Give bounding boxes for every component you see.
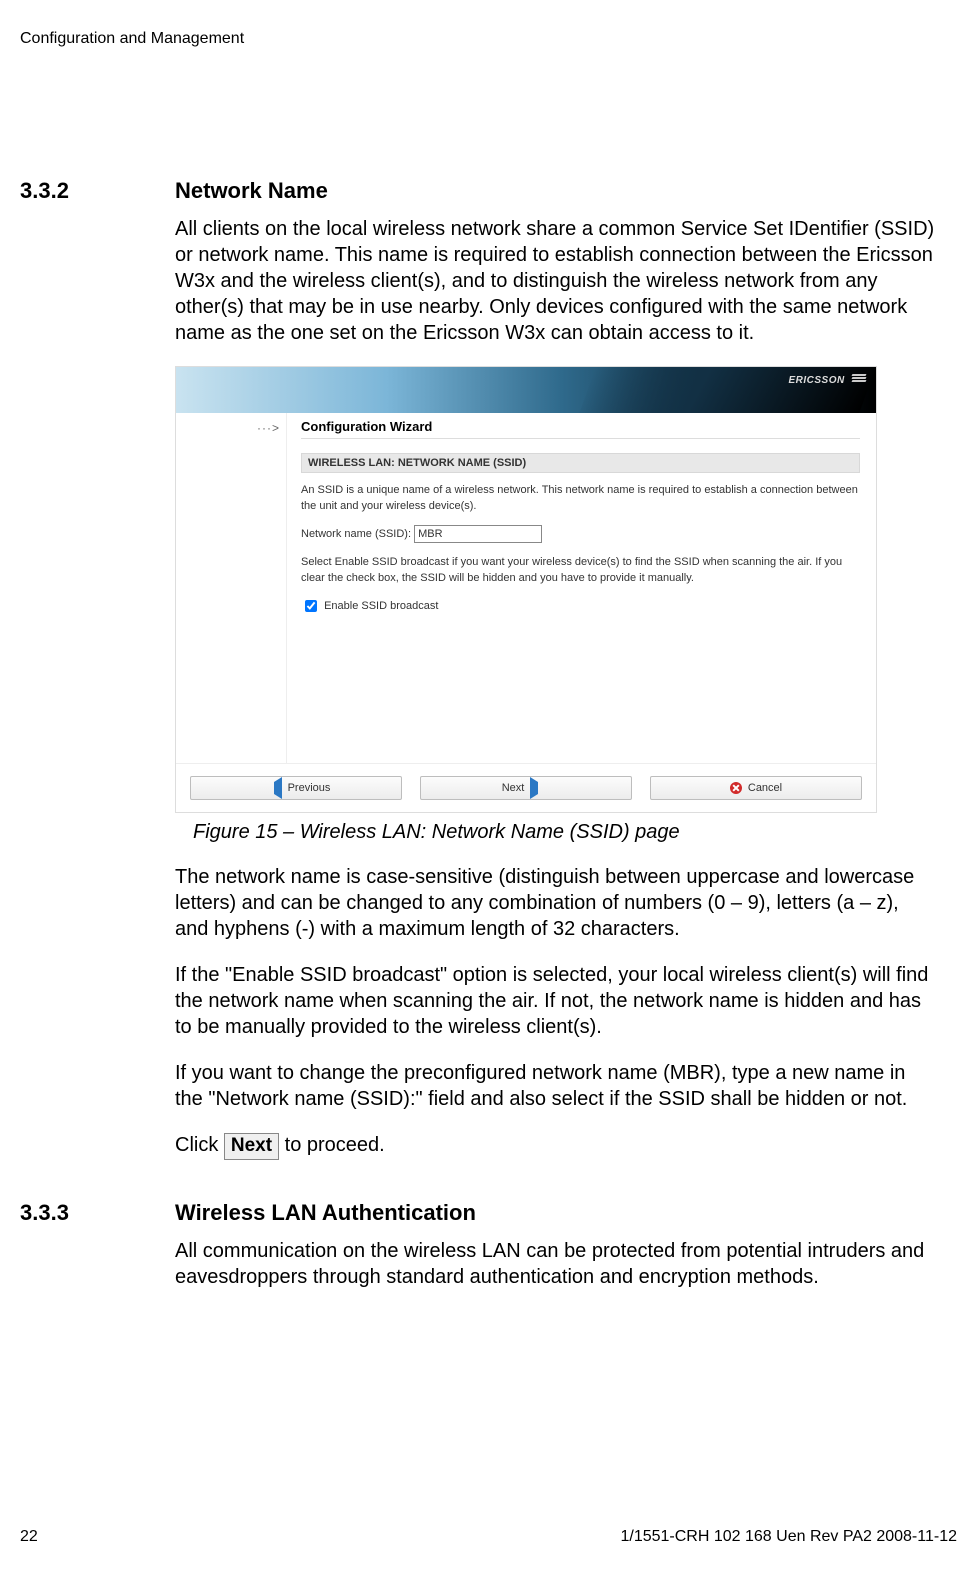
- click-label-before: Click: [175, 1134, 224, 1156]
- intro-paragraph: All clients on the local wireless networ…: [175, 216, 935, 346]
- wizard-step-arrow-icon: ···>: [257, 421, 280, 435]
- doc-id: 1/1551-CRH 102 168 Uen Rev PA2 2008-11-1…: [620, 1528, 957, 1546]
- click-label-after: to proceed.: [279, 1134, 385, 1156]
- para-3: If you want to change the preconfigured …: [175, 1060, 935, 1112]
- wizard-topbar: ERICSSON: [176, 367, 876, 413]
- wizard-desc-1: An SSID is a unique name of a wireless n…: [301, 483, 860, 515]
- wizard-next-label: Next: [502, 782, 525, 794]
- wizard-cancel-button[interactable]: Cancel: [650, 776, 862, 800]
- wizard-ssid-label: Network name (SSID):: [301, 528, 411, 540]
- inline-next-button: Next: [224, 1133, 279, 1160]
- wizard-cancel-label: Cancel: [748, 782, 782, 794]
- section-title-332: Network Name: [175, 178, 935, 204]
- arrow-right-icon: [530, 777, 550, 799]
- ericsson-bars-icon: [852, 374, 866, 384]
- running-header: Configuration and Management: [20, 30, 957, 48]
- wizard-ssid-row: Network name (SSID): MBR: [301, 525, 860, 543]
- ericsson-logo-text: ERICSSON: [788, 375, 844, 386]
- page-footer: 22 1/1551-CRH 102 168 Uen Rev PA2 2008-1…: [20, 1528, 957, 1546]
- wizard-section-heading: WIRELESS LAN: NETWORK NAME (SSID): [301, 453, 860, 473]
- ericsson-logo: ERICSSON: [788, 373, 866, 386]
- arrow-left-icon: [262, 777, 282, 799]
- wizard-title: Configuration Wizard: [301, 419, 860, 439]
- wizard-ssid-input[interactable]: MBR: [414, 525, 542, 543]
- para-1: The network name is case-sensitive (dist…: [175, 864, 935, 942]
- cancel-icon: [730, 782, 742, 794]
- para-333: All communication on the wireless LAN ca…: [175, 1238, 935, 1290]
- wizard-figure: ERICSSON ···> Configuration Wizard WIREL…: [175, 366, 877, 813]
- page-number: 22: [20, 1528, 38, 1546]
- click-next-line: Click Next to proceed.: [175, 1132, 935, 1160]
- wizard-next-button[interactable]: Next: [420, 776, 632, 800]
- section-number-332: 3.3.2: [20, 178, 175, 204]
- wizard-broadcast-label: Enable SSID broadcast: [324, 600, 438, 612]
- figure-caption: Figure 15 – Wireless LAN: Network Name (…: [193, 821, 935, 844]
- para-2: If the "Enable SSID broadcast" option is…: [175, 962, 935, 1040]
- wizard-button-bar: Previous Next Cancel: [176, 763, 876, 812]
- wizard-left-pane: ···>: [176, 413, 287, 763]
- section-number-333: 3.3.3: [20, 1200, 175, 1226]
- wizard-previous-label: Previous: [288, 782, 331, 794]
- wizard-broadcast-checkbox[interactable]: [305, 600, 317, 612]
- wizard-desc-2: Select Enable SSID broadcast if you want…: [301, 555, 860, 587]
- wizard-previous-button[interactable]: Previous: [190, 776, 402, 800]
- wizard-broadcast-row: Enable SSID broadcast: [301, 597, 860, 615]
- section-title-333: Wireless LAN Authentication: [175, 1200, 935, 1226]
